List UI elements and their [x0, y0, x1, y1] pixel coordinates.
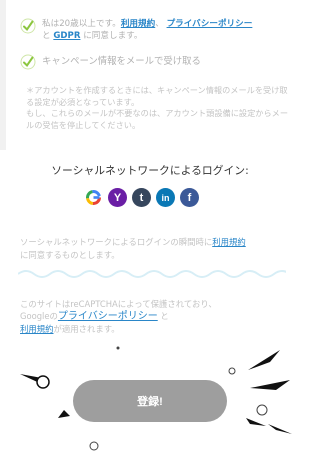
social-login-title: ソーシャルネットワークによるログイン:: [51, 164, 249, 177]
tumblr-icon[interactable]: t: [132, 188, 151, 207]
register-button[interactable]: 登録!: [73, 380, 227, 422]
social-login-agreement: ソーシャルネットワークによるログインの瞬間時に利用規約 に同意するものとします。: [20, 236, 282, 262]
confetti-circle-bottom: [89, 441, 99, 451]
note-line-1: ＊アカウントを作成するときには、キャンペーン情報のメールを受け取る設定が必須とな…: [26, 85, 288, 107]
confetti-circle: [36, 375, 50, 389]
newsletter-label: キャンペーン情報をメールで受け取る: [42, 56, 201, 67]
google-terms-link[interactable]: 利用規約: [20, 324, 54, 334]
checkbox-checked-icon[interactable]: [20, 54, 36, 70]
account-email-note: ＊アカウントを作成するときには、キャンペーン情報のメールを受け取る設定が必須とな…: [26, 85, 288, 131]
note-line-2: もし、これらのメールが不要なのは、アカウント頭設備に設定からメールの受信を停止し…: [26, 108, 289, 130]
tumblr-glyph: t: [139, 191, 144, 204]
social-terms-link[interactable]: 利用規約: [212, 237, 246, 247]
recaptcha-suffix: が適用されます。: [53, 324, 120, 334]
newsletter-consent-row[interactable]: キャンペーン情報をメールで受け取る: [20, 54, 290, 70]
recaptcha-line-2: Googleのプライバシーポリシー と: [20, 310, 282, 323]
recaptcha-notice: このサイトはreCAPTCHAによって保護されており、 Googleのプライバシ…: [20, 298, 282, 335]
google-privacy-link[interactable]: プライバシーポリシー: [58, 311, 158, 322]
burst-spike-right-3: [246, 418, 266, 426]
social-agree-prefix: ソーシャルネットワークによるログインの瞬間時に: [20, 237, 213, 247]
gdpr-link[interactable]: GDPR: [53, 31, 80, 41]
left-rule: [0, 0, 6, 150]
recaptcha-line-3: 利用規約が適用されます。: [20, 323, 282, 335]
terms-link[interactable]: 利用規約: [121, 19, 155, 29]
burst-spike-right-4: [268, 424, 292, 434]
google-icon[interactable]: [84, 188, 103, 207]
confetti-circle-small: [228, 367, 236, 375]
wave-divider: [18, 270, 286, 278]
checkbox-checked-icon[interactable]: [20, 18, 36, 34]
google-prefix: Googleの: [20, 311, 58, 321]
facebook-icon[interactable]: f: [180, 188, 199, 207]
confetti-dot: [116, 346, 120, 350]
yahoo-glyph: Y: [113, 191, 122, 204]
burst-spike-right: [248, 350, 280, 370]
linkedin-icon[interactable]: in: [156, 188, 175, 207]
social-login-icons: Y t in f: [84, 188, 199, 207]
terms-consent-label: 私は20歳以上です。利用規約、 プライバシーポリシー と GDPR に同意します…: [42, 18, 252, 42]
google-g-icon: [86, 190, 101, 205]
separator: 、: [155, 19, 164, 29]
facebook-glyph: f: [187, 191, 192, 204]
recaptcha-line-1: このサイトはreCAPTCHAによって保護されており、: [20, 299, 217, 309]
and-text: と: [42, 31, 51, 41]
social-agree-suffix: に同意するものとします。: [20, 250, 120, 260]
age-statement: 私は20歳以上です。: [42, 19, 121, 29]
linkedin-glyph: in: [161, 192, 170, 203]
burst-spike-right-2: [250, 380, 290, 390]
terms-consent-row[interactable]: 私は20歳以上です。利用規約、 プライバシーポリシー と GDPR に同意します…: [20, 18, 290, 42]
confetti-circle: [256, 404, 268, 416]
confetti-triangle: [58, 410, 70, 418]
and-text-2: と: [160, 311, 169, 321]
agree-suffix: に同意します。: [83, 31, 143, 41]
yahoo-icon[interactable]: Y: [108, 188, 127, 207]
privacy-policy-link[interactable]: プライバシーポリシー: [167, 19, 253, 29]
